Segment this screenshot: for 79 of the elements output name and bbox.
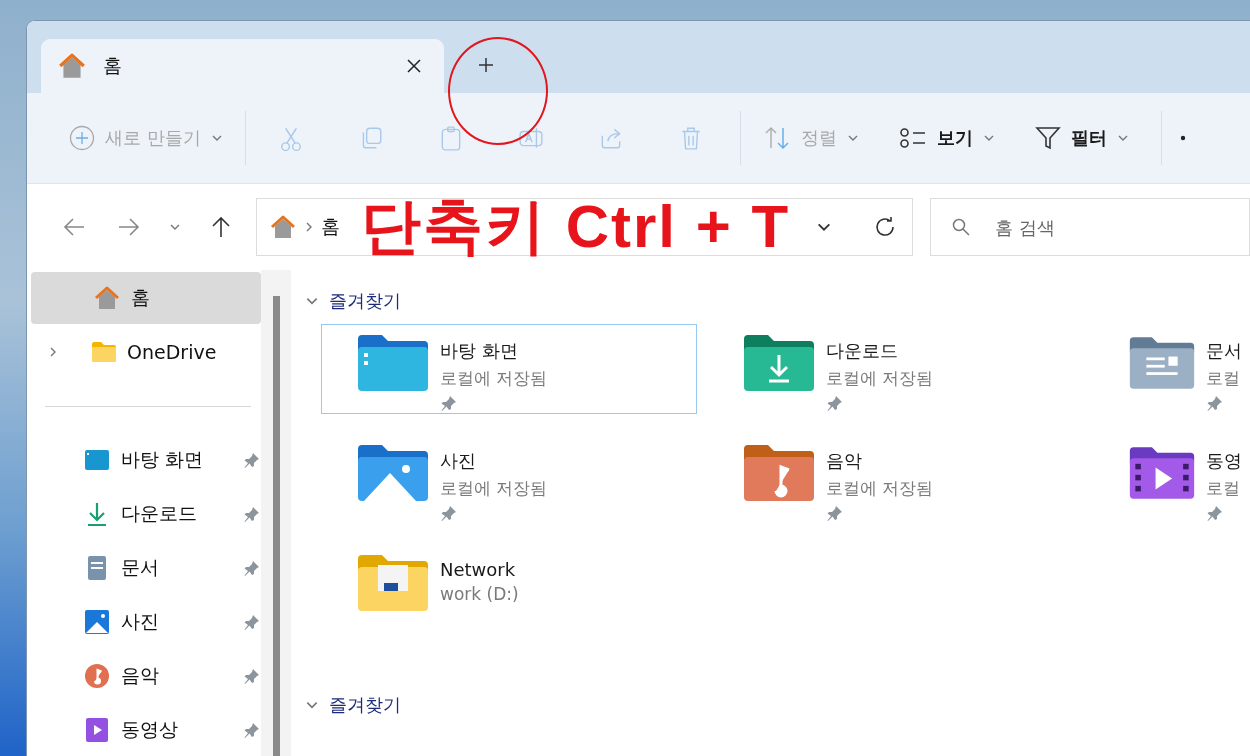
- folder-location: 로컬에 저장됨: [826, 367, 934, 390]
- folder-tile[interactable]: 문서 로컬: [1093, 324, 1243, 414]
- scrollbar[interactable]: [261, 270, 291, 756]
- search-icon: [952, 218, 970, 236]
- sidebar-label: 문서: [121, 555, 160, 580]
- pin-icon: [243, 505, 262, 523]
- list-view-icon: [898, 126, 927, 150]
- home-icon: [93, 284, 121, 312]
- sidebar-item[interactable]: 사진: [31, 595, 262, 649]
- sidebar-label: 음악: [121, 663, 160, 688]
- folder-location: work (D:): [440, 584, 519, 604]
- folder-location: 로컬: [1206, 477, 1241, 500]
- pin-icon: [243, 559, 262, 577]
- folder-icon: [356, 333, 430, 393]
- download-icon: [86, 501, 108, 527]
- sidebar-label: OneDrive: [127, 341, 217, 363]
- folder-location: 로컬에 저장됨: [440, 367, 548, 390]
- address-text: 홈: [320, 214, 340, 239]
- back-arrow-icon: [61, 217, 86, 237]
- plus-circle-icon: [69, 125, 95, 151]
- tab[interactable]: 홈: [41, 39, 444, 93]
- folder-tile[interactable]: 바탕 화면 로컬에 저장됨: [321, 324, 697, 414]
- folder-name: Network: [440, 559, 517, 580]
- folder-tile[interactable]: 다운로드 로컬에 저장됨: [707, 324, 1083, 414]
- folder-location: 로컬에 저장됨: [826, 477, 934, 500]
- pin-icon: [243, 667, 262, 685]
- sidebar-label: 동영상: [121, 717, 179, 742]
- refresh-icon[interactable]: [874, 216, 896, 238]
- filter-icon: [1034, 125, 1061, 151]
- sidebar-label: 홈: [131, 285, 150, 310]
- sidebar-label: 바탕 화면: [121, 447, 205, 472]
- sidebar-item[interactable]: 동영상: [31, 703, 262, 756]
- folder-tile[interactable]: 동영 로컬: [1093, 434, 1243, 524]
- folder-tile[interactable]: Network work (D:): [321, 544, 697, 634]
- folder-location: 로컬에 저장됨: [440, 477, 548, 500]
- annotation-text: 단축키 Ctrl + T: [361, 192, 791, 262]
- folder-icon: [742, 333, 816, 393]
- folder-icon: [91, 341, 117, 363]
- folder-name: 음악: [826, 449, 863, 473]
- rename-icon: [517, 125, 544, 151]
- pin-icon: [243, 613, 262, 631]
- folder-name: 다운로드: [826, 339, 899, 363]
- sidebar-item[interactable]: 음악: [31, 649, 262, 703]
- section-header[interactable]: 즐겨찾기: [305, 288, 401, 314]
- document-icon: [87, 555, 107, 581]
- sidebar-item[interactable]: 바탕 화면: [31, 433, 262, 487]
- pin-icon: [243, 721, 262, 739]
- monitor-icon: [84, 449, 110, 471]
- plus-icon: [478, 57, 494, 73]
- sidebar-item[interactable]: OneDrive: [31, 326, 262, 378]
- view-button[interactable]: 보기: [890, 116, 1003, 160]
- sidebar-label: 사진: [121, 609, 160, 634]
- picture-icon: [84, 609, 110, 635]
- folder-icon: [356, 553, 430, 613]
- folder-name: 동영: [1206, 449, 1242, 473]
- sidebar-item[interactable]: 문서: [31, 541, 262, 595]
- folder-name: 바탕 화면: [440, 339, 519, 363]
- search-field[interactable]: 홈 검색: [930, 198, 1250, 256]
- music-icon: [84, 663, 110, 689]
- sidebar-item[interactable]: 다운로드: [31, 487, 262, 541]
- home-icon: [57, 51, 87, 81]
- pin-icon: [243, 451, 262, 469]
- video-icon: [85, 717, 109, 743]
- section-header[interactable]: 즐겨찾기: [305, 692, 401, 718]
- tab-label: 홈: [103, 53, 123, 78]
- filter-button[interactable]: 필터: [1026, 116, 1137, 160]
- more-icon: [1179, 135, 1186, 141]
- folder-tile[interactable]: 음악 로컬에 저장됨: [707, 434, 1083, 524]
- close-icon: [406, 58, 422, 74]
- sidebar-label: 다운로드: [121, 501, 198, 526]
- folder-icon: [742, 443, 816, 503]
- folder-icon: [356, 443, 430, 503]
- folder-tile[interactable]: 사진 로컬에 저장됨: [321, 434, 697, 524]
- home-icon: [268, 213, 297, 241]
- forward-arrow-icon: [117, 217, 142, 237]
- folder-location: 로컬: [1206, 367, 1241, 390]
- sidebar-item[interactable]: 홈: [31, 272, 262, 324]
- folder-name: 사진: [440, 449, 477, 473]
- folder-name: 문서: [1206, 339, 1242, 363]
